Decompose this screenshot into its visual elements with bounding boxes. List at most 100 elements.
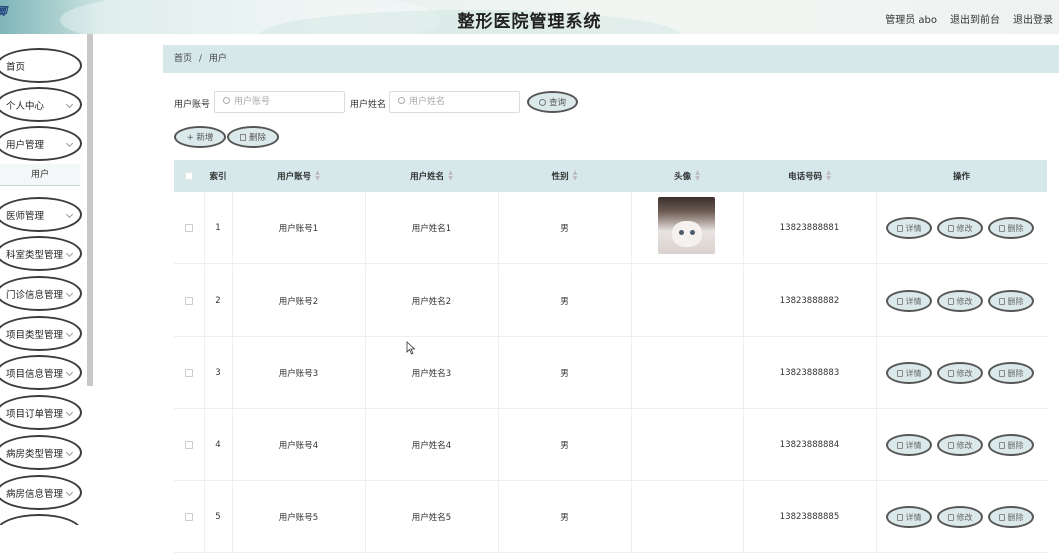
col-header-label: 用户姓名 bbox=[410, 172, 445, 182]
cell-phone: 13823888884 bbox=[779, 440, 840, 450]
sidebar-item-label: 病房信息管理 bbox=[6, 488, 64, 500]
detail-label: 详情 bbox=[905, 296, 922, 306]
detail-button[interactable]: 详情 bbox=[886, 290, 932, 312]
sidebar-item-label: 项目信息管理 bbox=[6, 368, 64, 380]
exit-to-front-link[interactable]: 退出到前台 bbox=[950, 11, 1000, 26]
sidebar-item-label: 首页 bbox=[6, 61, 26, 73]
edit-button[interactable]: 修改 bbox=[937, 290, 983, 312]
sort-icon: ▲ ▼ bbox=[572, 169, 578, 182]
edit-label: 修改 bbox=[956, 368, 973, 378]
sidebar-item-home[interactable]: 首页 bbox=[0, 48, 82, 83]
delete-selected-button[interactable]: 删除 bbox=[227, 126, 279, 148]
trash-icon bbox=[998, 513, 1005, 521]
chevron-down-icon bbox=[65, 488, 74, 497]
top-header: 卿 整形医院管理系统 管理员 abo 退出到前台 退出登录 bbox=[0, 0, 1059, 34]
row-checkbox[interactable] bbox=[185, 369, 193, 377]
input-placeholder: 用户账号 bbox=[234, 97, 271, 107]
col-header-avatar[interactable]: 头像 ▲ ▼ bbox=[631, 160, 743, 192]
name-label: 用户姓名 bbox=[350, 100, 387, 110]
col-header-name[interactable]: 用户姓名 ▲ ▼ bbox=[365, 160, 498, 192]
col-header-index: 索引 bbox=[209, 172, 227, 182]
trash-icon bbox=[998, 297, 1005, 305]
sidebar-item-project-type[interactable]: 项目类型管理 bbox=[0, 316, 82, 351]
cell-account: 用户账号1 bbox=[278, 224, 319, 234]
cell-phone: 13823888883 bbox=[779, 368, 840, 378]
detail-button[interactable]: 详情 bbox=[886, 217, 932, 239]
row-checkbox[interactable] bbox=[185, 224, 193, 232]
sort-icon: ▲ ▼ bbox=[826, 169, 831, 182]
delete-label: 删除 bbox=[1007, 223, 1024, 233]
trash-icon bbox=[998, 369, 1005, 377]
cell-gender: 男 bbox=[560, 441, 569, 451]
sidebar-item-personal-center[interactable]: 个人中心 bbox=[0, 87, 82, 122]
cell-account: 用户账号5 bbox=[278, 513, 319, 523]
logout-link[interactable]: 退出登录 bbox=[1013, 11, 1053, 26]
cell-name: 用户姓名3 bbox=[411, 369, 452, 379]
user-table: 索引 用户账号 ▲ ▼ 用户姓名 ▲ ▼ 性别 ▲ ▼ 头像 ▲ ▼ 电话号码 ▲ ▼ 操作 1 用… bbox=[174, 160, 1047, 553]
breadcrumb-home[interactable]: 首页 bbox=[174, 54, 192, 64]
delete-button[interactable]: 删除 bbox=[988, 434, 1034, 456]
sidebar: 首页 个人中心 用户管理 用户 医师管理 科室类型管理 门诊信息管理 项目类型管… bbox=[0, 34, 94, 525]
chevron-down-icon bbox=[65, 249, 74, 258]
cell-name: 用户姓名4 bbox=[411, 441, 452, 451]
cell-gender: 男 bbox=[560, 224, 569, 234]
cell-index: 3 bbox=[215, 368, 221, 378]
chevron-down-icon bbox=[65, 210, 74, 219]
cell-phone: 13823888881 bbox=[779, 223, 840, 233]
col-header-gender[interactable]: 性别 ▲ ▼ bbox=[498, 160, 631, 192]
detail-button[interactable]: 详情 bbox=[886, 434, 932, 456]
cell-index: 4 bbox=[215, 440, 221, 450]
sidebar-item-ward-info[interactable]: 病房信息管理 bbox=[0, 475, 82, 510]
cell-name: 用户姓名1 bbox=[411, 224, 452, 234]
table-row: 5 用户账号5 用户姓名5 男 13823888885 详情 修改 删除 bbox=[174, 481, 1047, 553]
detail-button[interactable]: 详情 bbox=[886, 362, 932, 384]
add-button[interactable]: + 新增 bbox=[174, 126, 226, 148]
detail-label: 详情 bbox=[905, 223, 922, 233]
sidebar-item-label: 项目订单管理 bbox=[6, 408, 64, 420]
chevron-down-icon bbox=[65, 368, 74, 377]
add-button-label: + 新增 bbox=[186, 133, 214, 143]
row-checkbox[interactable] bbox=[185, 513, 193, 521]
cell-index: 5 bbox=[215, 512, 221, 522]
sidebar-item-department-type[interactable]: 科室类型管理 bbox=[0, 236, 82, 271]
table-header: 索引 用户账号 ▲ ▼ 用户姓名 ▲ ▼ 性别 ▲ ▼ 头像 ▲ ▼ 电话号码 ▲ ▼ 操作 bbox=[174, 160, 1047, 192]
col-header-label: 电话号码 bbox=[788, 172, 823, 182]
row-checkbox[interactable] bbox=[185, 297, 193, 305]
delete-button[interactable]: 删除 bbox=[988, 217, 1034, 239]
table-row: 4 用户账号4 用户姓名4 男 13823888884 详情 修改 删除 bbox=[174, 409, 1047, 481]
sidebar-item-label: 门诊信息管理 bbox=[6, 289, 64, 301]
edit-button[interactable]: 修改 bbox=[937, 362, 983, 384]
delete-button[interactable]: 删除 bbox=[988, 290, 1034, 312]
sidebar-item-project-orders[interactable]: 项目订单管理 bbox=[0, 395, 82, 430]
row-checkbox[interactable] bbox=[185, 441, 193, 449]
edit-label: 修改 bbox=[956, 512, 973, 522]
sidebar-item-doctor-management[interactable]: 医师管理 bbox=[0, 197, 82, 232]
col-header-account[interactable]: 用户账号 ▲ ▼ bbox=[232, 160, 365, 192]
sidebar-item-clinic-info[interactable]: 门诊信息管理 bbox=[0, 276, 82, 311]
sidebar-scrollbar[interactable] bbox=[87, 34, 93, 386]
name-search-input[interactable]: 用户姓名 bbox=[389, 91, 520, 113]
trash-icon bbox=[239, 133, 246, 141]
query-button[interactable]: 查询 bbox=[527, 91, 578, 113]
account-search-input[interactable]: 用户账号 bbox=[214, 91, 345, 113]
delete-label: 删除 bbox=[1007, 368, 1024, 378]
col-header-phone[interactable]: 电话号码 ▲ ▼ bbox=[743, 160, 876, 192]
detail-label: 详情 bbox=[905, 368, 922, 378]
sidebar-item-more[interactable] bbox=[0, 514, 82, 525]
edit-button[interactable]: 修改 bbox=[937, 434, 983, 456]
select-all-checkbox[interactable] bbox=[185, 172, 193, 180]
cell-account: 用户账号4 bbox=[278, 441, 319, 451]
cell-index: 2 bbox=[215, 296, 221, 306]
edit-button[interactable]: 修改 bbox=[937, 217, 983, 239]
sidebar-subitem-users[interactable]: 用户 bbox=[0, 164, 80, 186]
sidebar-item-project-info[interactable]: 项目信息管理 bbox=[0, 355, 82, 390]
sort-icon: ▲ ▼ bbox=[695, 169, 700, 182]
search-icon bbox=[398, 97, 405, 104]
sidebar-item-ward-type[interactable]: 病房类型管理 bbox=[0, 435, 82, 470]
delete-button-label: 删除 bbox=[248, 133, 266, 143]
sidebar-item-label: 项目类型管理 bbox=[6, 329, 64, 341]
detail-label: 详情 bbox=[905, 512, 922, 522]
delete-button[interactable]: 删除 bbox=[988, 362, 1034, 384]
edit-label: 修改 bbox=[956, 440, 973, 450]
sidebar-item-user-management[interactable]: 用户管理 bbox=[0, 126, 82, 161]
